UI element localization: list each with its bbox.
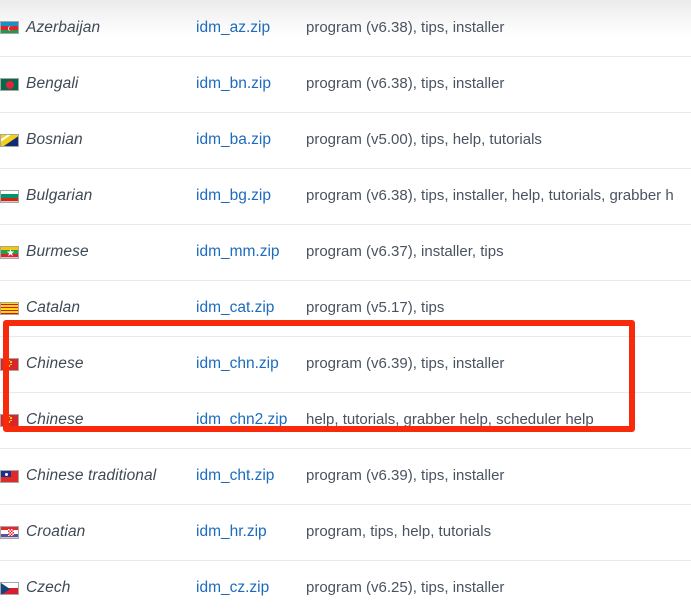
catalonia-flag-icon [0,301,19,315]
table-row: Chinese idm_chn2.zip help, tutorials, grab… [0,392,691,449]
download-link[interactable]: idm_cht.zip [196,467,274,484]
language-name: Bosnian [26,131,83,148]
download-link[interactable]: idm_bg.zip [196,187,271,204]
language-name: Azerbaijan [26,18,101,36]
contents-cell: program (v6.38), tips, installer [306,56,691,113]
download-link[interactable]: idm_ba.zip [196,131,271,148]
download-link[interactable]: idm_hr.zip [196,523,267,540]
contents-cell: program (v6.39), tips, installer [306,336,691,393]
contents-text: program (v6.37), installer, tips [306,243,504,260]
table-row: Catalan idm_cat.zip program (v5.17), tips [0,280,691,337]
china-flag-icon [0,413,19,427]
language-cell: Chinese traditional [0,448,196,505]
language-cell: Chinese [0,336,196,393]
myanmar-flag-icon [0,245,19,259]
file-cell: idm_cht.zip [196,448,306,505]
contents-cell: program (v6.38), tips, installer, help, … [306,168,691,225]
file-cell: idm_bg.zip [196,168,306,225]
czech-flag-icon [0,581,19,595]
language-name: Bulgarian [26,187,93,204]
contents-text: program (v6.38), tips, installer [306,75,505,92]
download-link[interactable]: idm_chn.zip [196,355,279,372]
download-link[interactable]: idm_mm.zip [196,243,280,260]
contents-text: help, tutorials, grabber help, scheduler… [306,411,594,428]
contents-text: program (v6.39), tips, installer [306,467,505,484]
language-download-table: Azerbaijan idm_az.zip program (v6.38), tip… [0,0,691,609]
download-link[interactable]: idm_az.zip [196,19,270,36]
table-row: Czech idm_cz.zip program (v6.25), tips, in… [0,560,691,609]
contents-cell: program (v5.17), tips [306,280,691,337]
contents-text: program (v6.25), tips, installer [306,579,505,596]
language-name: Bengali [26,75,79,92]
language-cell: Catalan [0,280,196,337]
taiwan-flag-icon [0,469,19,483]
table-row: Chinese idm_chn.zip program (v6.39), tips,… [0,336,691,393]
contents-text: program (v5.17), tips [306,299,445,316]
language-name: Croatian [26,523,86,540]
file-cell: idm_az.zip [196,0,306,57]
language-name: Chinese traditional [26,467,157,484]
language-cell: Bengali [0,56,196,113]
language-name: Chinese [26,411,84,428]
china-flag-icon [0,357,19,371]
croatia-flag-icon [0,525,19,539]
table-row: Burmese idm_mm.zip program (v6.37), instal… [0,224,691,281]
contents-cell: program (v6.37), installer, tips [306,224,691,281]
contents-cell: program (v6.25), tips, installer [306,560,691,609]
contents-cell: program (v6.38), tips, installer [306,0,691,57]
table-row: Chinese traditional idm_cht.zip program (v… [0,448,691,505]
language-cell: Azerbaijan [0,0,196,57]
language-name: Czech [26,579,71,596]
page-root: Azerbaijan idm_az.zip program (v6.38), tip… [0,0,691,609]
bulgaria-flag-icon [0,189,19,203]
table-body: Azerbaijan idm_az.zip program (v6.38), tip… [0,0,691,609]
contents-text: program (v6.38), tips, installer, help, … [306,187,674,204]
file-cell: idm_chn2.zip [196,392,306,449]
language-cell: Bulgarian [0,168,196,225]
file-cell: idm_cz.zip [196,560,306,609]
azerbaijan-flag-icon [0,21,19,35]
table-row: Bosnian idm_ba.zip program (v5.00), tips, … [0,112,691,169]
table-row: Bengali idm_bn.zip program (v6.38), tips, … [0,56,691,113]
language-cell: Burmese [0,224,196,281]
table-row: Bulgarian idm_bg.zip program (v6.38), tips… [0,168,691,225]
download-link[interactable]: idm_chn2.zip [196,411,287,428]
contents-cell: program (v5.00), tips, help, tutorials [306,112,691,169]
contents-text: program (v6.39), tips, installer [306,355,505,372]
table-row: Azerbaijan idm_az.zip program (v6.38), tip… [0,0,691,57]
file-cell: idm_bn.zip [196,56,306,113]
language-name: Catalan [26,299,81,316]
file-cell: idm_hr.zip [196,504,306,561]
language-cell: Czech [0,560,196,609]
table-row: Croatian idm_hr.zip program, tips, help, t… [0,504,691,561]
download-link[interactable]: idm_cz.zip [196,579,269,596]
language-cell: Chinese [0,392,196,449]
bosnia-flag-icon [0,133,19,147]
contents-cell: program (v6.39), tips, installer [306,448,691,505]
download-link[interactable]: idm_cat.zip [196,299,274,316]
contents-cell: help, tutorials, grabber help, scheduler… [306,392,691,449]
file-cell: idm_ba.zip [196,112,306,169]
language-cell: Croatian [0,504,196,561]
language-cell: Bosnian [0,112,196,169]
contents-text: program (v5.00), tips, help, tutorials [306,131,542,148]
download-link[interactable]: idm_bn.zip [196,75,271,92]
contents-text: program, tips, help, tutorials [306,523,492,540]
file-cell: idm_mm.zip [196,224,306,281]
language-name: Burmese [26,243,89,260]
file-cell: idm_cat.zip [196,280,306,337]
bangladesh-flag-icon [0,77,19,91]
language-name: Chinese [26,355,84,372]
contents-cell: program, tips, help, tutorials [306,504,691,561]
contents-text: program (v6.38), tips, installer [306,18,505,36]
file-cell: idm_chn.zip [196,336,306,393]
